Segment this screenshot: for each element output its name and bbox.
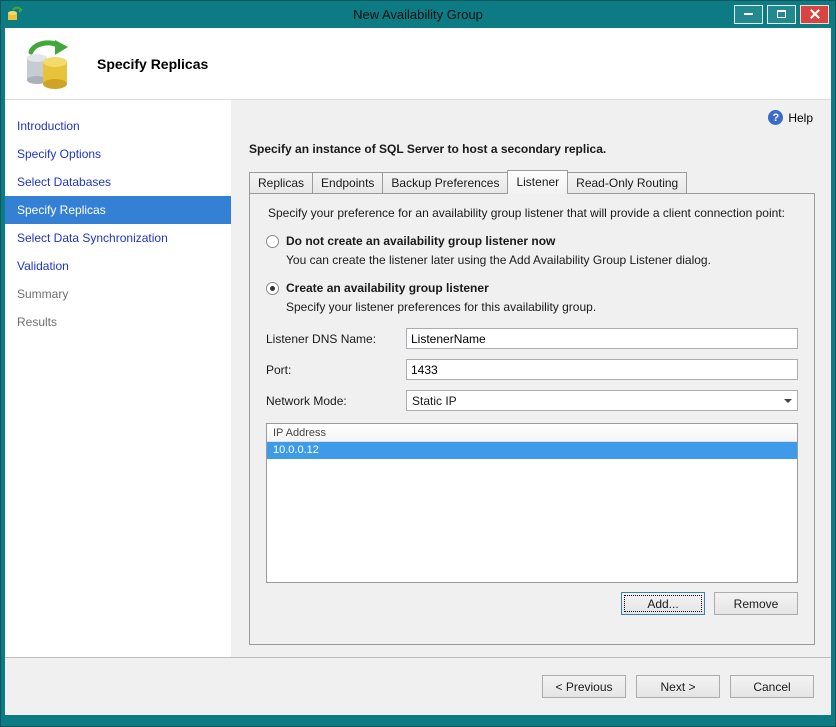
option-no-listener[interactable]: Do not create an availability group list… (266, 234, 798, 267)
main-pane: ? Help Specify an instance of SQL Server… (231, 100, 831, 657)
listener-dns-input[interactable] (406, 328, 798, 349)
network-mode-select[interactable]: Static IP (406, 390, 798, 411)
remove-button[interactable]: Remove (714, 592, 798, 615)
sidebar-item-specify-options[interactable]: Specify Options (5, 140, 231, 168)
option-no-listener-row[interactable]: Do not create an availability group list… (266, 234, 798, 248)
tab-endpoints[interactable]: Endpoints (312, 172, 384, 193)
next-button[interactable]: Next > (636, 675, 720, 698)
wizard-window: New Availability Group Specify Replicas … (0, 0, 836, 727)
wizard-footer: < Previous Next > Cancel (5, 657, 831, 715)
dns-name-label: Listener DNS Name: (266, 331, 377, 346)
sidebar-item-summary: Summary (17, 287, 69, 301)
listener-tab-panel: Specify your preference for an availabil… (249, 193, 815, 645)
network-mode-value: Static IP (412, 393, 457, 408)
tab-strip: Replicas Endpoints Backup Preferences Li… (249, 170, 815, 194)
wizard-steps-sidebar: Introduction Specify Options Select Data… (5, 100, 231, 657)
option-no-listener-label: Do not create an availability group list… (286, 234, 556, 248)
listener-form: Listener DNS Name: Port: Network Mode: S… (266, 328, 798, 411)
option-create-listener[interactable]: Create an availability group listener Sp… (266, 281, 798, 314)
help-link[interactable]: ? Help (768, 110, 813, 125)
sidebar-item-introduction[interactable]: Introduction (5, 112, 231, 140)
previous-button[interactable]: < Previous (542, 675, 626, 698)
tab-replicas[interactable]: Replicas (249, 172, 314, 193)
cancel-button[interactable]: Cancel (730, 675, 814, 698)
ip-address-list[interactable]: IP Address 10.0.0.12 (266, 423, 798, 583)
availability-group-icon (27, 39, 68, 89)
help-label: Help (788, 110, 813, 125)
maximize-icon (777, 10, 786, 18)
option-no-listener-description: You can create the listener later using … (286, 253, 711, 267)
sidebar-item-select-data-synchronization[interactable]: Select Data Synchronization (5, 224, 231, 252)
ip-list-buttons: Add... Remove (266, 592, 798, 615)
add-button[interactable]: Add... (621, 592, 705, 615)
chevron-down-icon (784, 398, 792, 407)
port-row: Port: (266, 359, 798, 380)
wizard-header: Specify Replicas (5, 28, 831, 100)
caption-buttons (734, 4, 829, 24)
port-label: Port: (266, 362, 292, 377)
network-mode-row: Network Mode: Static IP (266, 390, 798, 411)
title-bar: New Availability Group (0, 0, 836, 28)
radio-create-listener-icon[interactable] (266, 281, 279, 295)
instruction-text: Specify an instance of SQL Server to hos… (249, 142, 607, 156)
option-create-listener-label: Create an availability group listener (286, 281, 489, 295)
content-area: Introduction Specify Options Select Data… (5, 100, 831, 657)
option-create-listener-description: Specify your listener preferences for th… (286, 300, 597, 314)
dialog-body: Specify Replicas Introduction Specify Op… (5, 28, 831, 715)
option-create-listener-row[interactable]: Create an availability group listener (266, 281, 798, 295)
tab-listener[interactable]: Listener (507, 170, 569, 194)
ip-address-row[interactable]: 10.0.0.12 (267, 442, 797, 459)
close-button[interactable] (800, 4, 829, 24)
sidebar-item-select-databases[interactable]: Select Databases (5, 168, 231, 196)
sidebar-item-specify-replicas[interactable]: Specify Replicas (5, 196, 231, 224)
minimize-icon (744, 13, 753, 15)
sidebar-item-validation[interactable]: Validation (5, 252, 231, 280)
help-icon: ? (768, 110, 784, 125)
tab-read-only-routing[interactable]: Read-Only Routing (567, 172, 688, 193)
sidebar-item-results: Results (17, 315, 58, 329)
dns-name-row: Listener DNS Name: (266, 328, 798, 349)
maximize-button[interactable] (767, 4, 796, 24)
radio-no-listener-icon[interactable] (266, 234, 279, 248)
ip-address-column-header: IP Address (267, 424, 797, 442)
close-icon (809, 8, 821, 20)
listener-intro-text: Specify your preference for an availabil… (268, 206, 785, 220)
port-input[interactable] (406, 359, 798, 380)
window-title: New Availability Group (353, 6, 483, 22)
tab-backup-preferences[interactable]: Backup Preferences (382, 172, 509, 193)
page-title: Specify Replicas (97, 55, 209, 72)
network-mode-label: Network Mode: (266, 393, 347, 408)
minimize-button[interactable] (734, 4, 763, 24)
